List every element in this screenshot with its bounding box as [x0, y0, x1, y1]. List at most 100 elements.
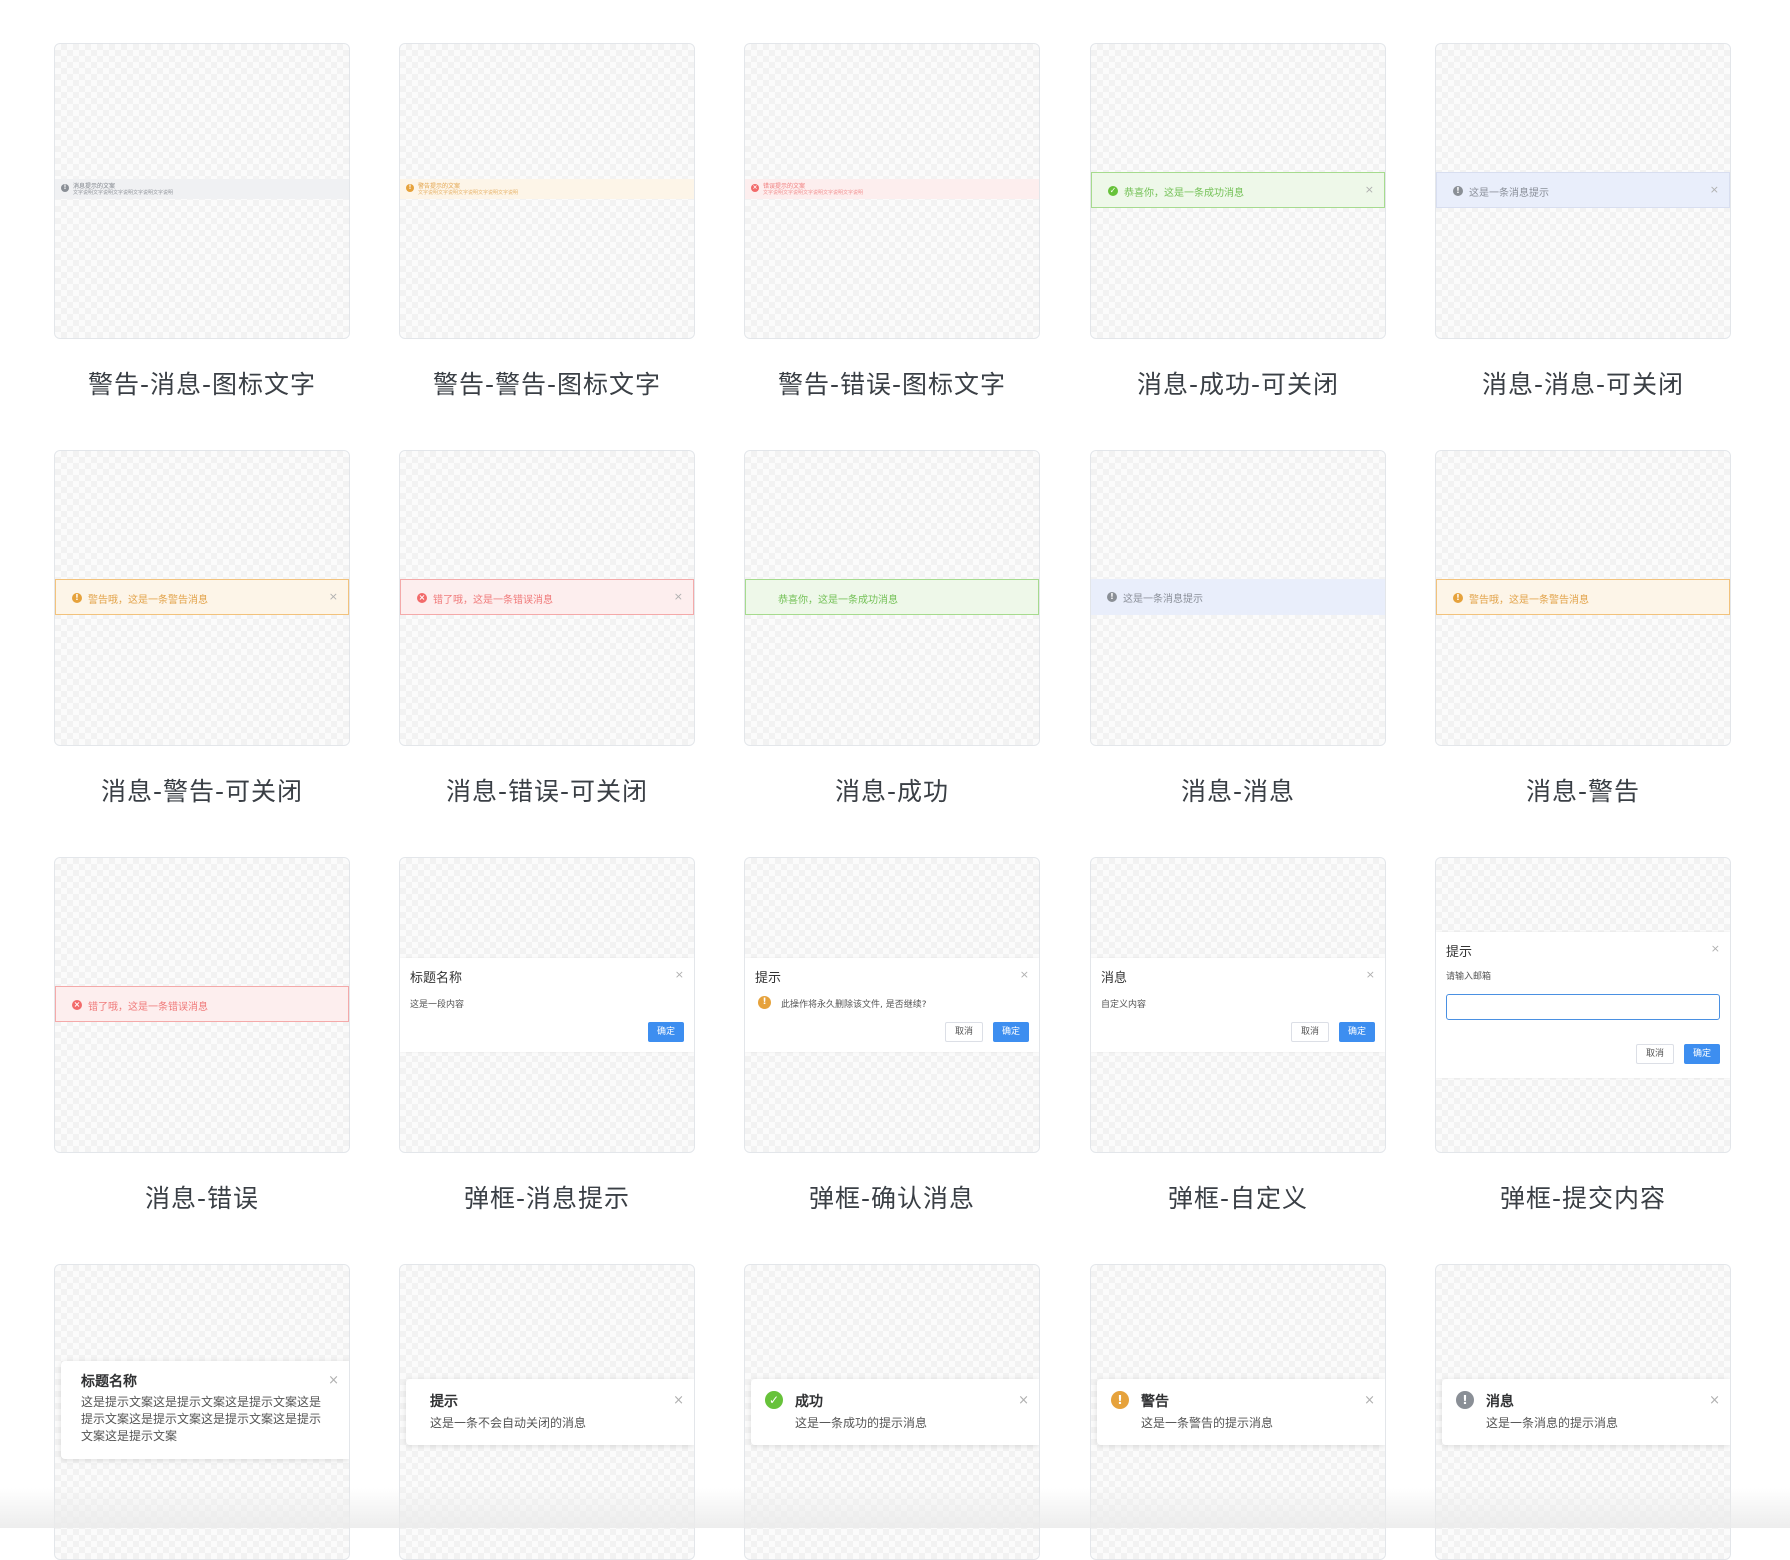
info-icon: ! [1456, 1391, 1474, 1409]
preview-canvas: 标题名称 × 这是一段内容 确定 [399, 857, 695, 1153]
notification-body: 这是一条不会自动关闭的消息 [430, 1416, 587, 1430]
close-icon[interactable]: × [1018, 1393, 1029, 1408]
close-icon[interactable]: × [329, 590, 338, 603]
close-icon[interactable]: × [1709, 1393, 1720, 1408]
card-caption: 消息-消息-可关闭 [1481, 370, 1685, 399]
card-dialog-custom[interactable]: 消息 × 自定义内容 取消 确定 弹框-自定义 [1090, 857, 1386, 1215]
warning-icon: ! [72, 593, 82, 603]
success-message: ✓ 恭喜你，这是一条成功消息 × [1091, 172, 1385, 208]
message-text: 这是一条消息提示 [1123, 594, 1203, 605]
dialog-body: 此操作将永久删除该文件, 是否继续? [781, 1000, 927, 1010]
notification-title: 警告 [1141, 1394, 1169, 1410]
info-alert: ! 消息提示的文案 文字说明文字说明文字说明文字说明文字说明 [55, 179, 349, 199]
close-icon[interactable]: × [1364, 1393, 1375, 1408]
info-icon: ! [61, 184, 69, 192]
dialog-title: 标题名称 [410, 971, 463, 986]
card-dialog-confirm[interactable]: 提示 × ! 此操作将永久删除该文件, 是否继续? 取消 确定 弹框-确认消息 [744, 857, 1040, 1215]
card-caption: 弹框-消息提示 [463, 1184, 631, 1213]
success-notification: ✓ 成功 × 这是一条成功的提示消息 [751, 1379, 1039, 1445]
cancel-button[interactable]: 取消 [1635, 1044, 1674, 1064]
notification-title: 标题名称 [81, 1374, 137, 1390]
card-alert-error-icon-text[interactable]: × 错误提示的文案 文字说明文字说明文字说明文字说明文字说明 警告-错误-图标文… [744, 43, 1040, 401]
warning-alert: ! 警告提示的文案 文字说明文字说明文字说明文字说明文字说明 [400, 179, 694, 199]
close-icon[interactable]: × [1020, 968, 1029, 981]
info-message: ! 这是一条消息提示 [1091, 579, 1385, 615]
message-text: 错了哦，这是一条错误消息 [88, 1002, 208, 1013]
close-icon[interactable]: × [1365, 183, 1374, 196]
email-input[interactable] [1446, 994, 1720, 1020]
dialog-body: 自定义内容 [1101, 1000, 1147, 1010]
close-icon[interactable]: × [1711, 942, 1720, 955]
card-caption: 警告-错误-图标文字 [777, 370, 1007, 399]
card-alert-info-icon-text[interactable]: ! 消息提示的文案 文字说明文字说明文字说明文字说明文字说明 警告-消息-图标文… [54, 43, 350, 401]
preview-canvas: 恭喜你，这是一条成功消息 [744, 450, 1040, 746]
notification-title: 成功 [795, 1394, 823, 1410]
warning-message: ! 警告哦，这是一条警告消息 × [55, 579, 349, 615]
card-message-warning-closable[interactable]: ! 警告哦，这是一条警告消息 × 消息-警告-可关闭 [54, 450, 350, 808]
card-caption: 警告-消息-图标文字 [87, 370, 317, 399]
alert-dialog: 标题名称 × 这是一段内容 确定 [400, 958, 694, 1052]
success-message: 恭喜你，这是一条成功消息 [745, 579, 1039, 615]
notification: 标题名称 × 这是提示文案这是提示文案这是提示文案这是提示文案这是提示文案这是提… [61, 1361, 349, 1459]
cancel-button[interactable]: 取消 [944, 1022, 983, 1042]
card-dialog-alert[interactable]: 标题名称 × 这是一段内容 确定 弹框-消息提示 [399, 857, 695, 1215]
error-message: × 错了哦，这是一条错误消息 [55, 986, 349, 1022]
confirm-button[interactable]: 确定 [1683, 1044, 1720, 1064]
error-message: × 错了哦，这是一条错误消息 × [400, 579, 694, 615]
card-caption: 消息-成功 [834, 777, 950, 806]
notification-body: 这是一条成功的提示消息 [795, 1416, 928, 1430]
close-icon[interactable]: × [673, 1393, 684, 1408]
card-dialog-prompt[interactable]: 提示 × 请输入邮箱 取消 确定 弹框-提交内容 [1435, 857, 1731, 1215]
close-icon[interactable]: × [674, 590, 683, 603]
warning-icon: ! [406, 184, 414, 192]
dialog-title: 提示 [755, 971, 782, 986]
card-caption: 弹框-确认消息 [808, 1184, 976, 1213]
custom-dialog: 消息 × 自定义内容 取消 确定 [1091, 958, 1385, 1052]
preview-canvas: × 错了哦，这是一条错误消息 × [399, 450, 695, 746]
message-text: 恭喜你，这是一条成功消息 [778, 595, 898, 606]
close-icon[interactable]: × [1366, 968, 1375, 981]
card-message-error-closable[interactable]: × 错了哦，这是一条错误消息 × 消息-错误-可关闭 [399, 450, 695, 808]
preview-canvas: ! 这是一条消息提示 × [1435, 43, 1731, 339]
message-text: 恭喜你，这是一条成功消息 [1124, 188, 1244, 199]
notification-title: 消息 [1486, 1394, 1514, 1410]
card-caption: 弹框-提交内容 [1499, 1184, 1667, 1213]
card-caption: 消息-警告 [1525, 777, 1641, 806]
card-message-success-closable[interactable]: ✓ 恭喜你，这是一条成功消息 × 消息-成功-可关闭 [1090, 43, 1386, 401]
alert-description: 文字说明文字说明文字说明文字说明文字说明 [418, 190, 519, 196]
card-message-warning[interactable]: ! 警告哦，这是一条警告消息 消息-警告 [1435, 450, 1731, 808]
card-message-error[interactable]: × 错了哦，这是一条错误消息 消息-错误 [54, 857, 350, 1215]
card-message-info[interactable]: ! 这是一条消息提示 消息-消息 [1090, 450, 1386, 808]
preview-canvas: ! 警告提示的文案 文字说明文字说明文字说明文字说明文字说明 [399, 43, 695, 339]
card-caption: 警告-警告-图标文字 [432, 370, 662, 399]
notification-body: 这是一条警告的提示消息 [1141, 1416, 1274, 1430]
close-icon[interactable]: × [328, 1373, 339, 1388]
preview-canvas: ! 警告哦，这是一条警告消息 × [54, 450, 350, 746]
card-caption: 消息-错误 [144, 1184, 260, 1213]
card-alert-warning-icon-text[interactable]: ! 警告提示的文案 文字说明文字说明文字说明文字说明文字说明 警告-警告-图标文… [399, 43, 695, 401]
confirm-button[interactable]: 确定 [647, 1022, 684, 1042]
card-caption: 弹框-自定义 [1167, 1184, 1309, 1213]
close-icon[interactable]: × [1710, 183, 1719, 196]
info-notification: ! 消息 × 这是一条消息的提示消息 [1442, 1379, 1730, 1445]
card-message-info-closable[interactable]: ! 这是一条消息提示 × 消息-消息-可关闭 [1435, 43, 1731, 401]
preview-canvas: 提示 × 请输入邮箱 取消 确定 [1435, 857, 1731, 1153]
component-gallery: ! 消息提示的文案 文字说明文字说明文字说明文字说明文字说明 警告-消息-图标文… [0, 0, 1790, 1560]
card-message-success[interactable]: 恭喜你，这是一条成功消息 消息-成功 [744, 450, 1040, 808]
success-icon: ✓ [1108, 186, 1118, 196]
notification-body: 这是提示文案这是提示文案这是提示文案这是提示文案这是提示文案这是提示文案这是提示… [81, 1395, 322, 1443]
alert-description: 文字说明文字说明文字说明文字说明文字说明 [763, 190, 864, 196]
confirm-button[interactable]: 确定 [1338, 1022, 1375, 1042]
card-caption: 消息-错误-可关闭 [445, 777, 649, 806]
notification-title: 提示 [430, 1394, 458, 1410]
success-icon: ✓ [765, 1391, 783, 1409]
cancel-button[interactable]: 取消 [1290, 1022, 1329, 1042]
close-icon[interactable]: × [675, 968, 684, 981]
dialog-title: 提示 [1446, 945, 1473, 960]
warning-notification: ! 警告 × 这是一条警告的提示消息 [1097, 1379, 1385, 1445]
confirm-button[interactable]: 确定 [992, 1022, 1029, 1042]
dialog-title: 消息 [1101, 971, 1128, 986]
dialog-body: 这是一段内容 [410, 1000, 465, 1010]
warning-icon: ! [1453, 593, 1463, 603]
info-icon: ! [1107, 592, 1117, 602]
